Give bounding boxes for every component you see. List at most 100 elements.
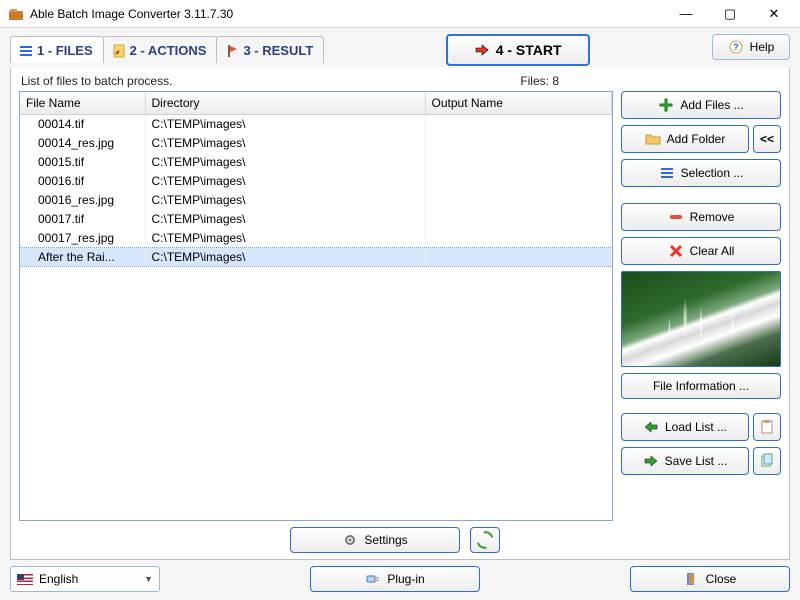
save-list-label: Save List ... [665, 454, 728, 468]
image-preview [621, 271, 781, 367]
titlebar: Able Batch Image Converter 3.11.7.30 — ▢… [0, 0, 800, 28]
save-list-button[interactable]: Save List ... [621, 447, 749, 475]
clipboard-icon [759, 419, 775, 435]
cell-directory: C:\TEMP\images\ [145, 229, 425, 248]
file-info-label: File Information ... [653, 379, 749, 393]
table-row[interactable]: 00014_res.jpgC:\TEMP\images\ [20, 134, 612, 153]
remove-label: Remove [690, 210, 735, 224]
arrow-right-icon [474, 42, 490, 58]
clear-all-label: Clear All [690, 244, 735, 258]
refresh-button[interactable] [470, 527, 500, 553]
help-button[interactable]: ? Help [712, 34, 790, 60]
tab-actions[interactable]: 2 - ACTIONS [103, 36, 218, 63]
paste-list-button[interactable] [753, 413, 781, 441]
table-row[interactable]: 00017.tifC:\TEMP\images\ [20, 210, 612, 229]
cell-filename: 00014_res.jpg [20, 134, 145, 153]
expand-button[interactable]: << [753, 125, 781, 153]
minimize-button[interactable]: — [664, 0, 708, 28]
add-folder-label: Add Folder [667, 132, 726, 146]
gear-icon [342, 532, 358, 548]
minimize-icon: — [680, 6, 693, 21]
add-folder-button[interactable]: Add Folder [621, 125, 749, 153]
svg-text:?: ? [733, 42, 739, 52]
note-icon [112, 44, 126, 58]
cell-output [425, 229, 612, 248]
arrow-left-green-icon [643, 419, 659, 435]
close-label: Close [706, 572, 737, 586]
file-table[interactable]: File Name Directory Output Name 00014.ti… [19, 91, 613, 521]
cell-output [425, 134, 612, 153]
cell-directory: C:\TEMP\images\ [145, 115, 425, 134]
maximize-icon: ▢ [724, 6, 736, 22]
footer: English ▼ Plug-in Close [10, 560, 790, 592]
cell-directory: C:\TEMP\images\ [145, 248, 425, 267]
help-icon: ? [728, 39, 744, 55]
lines-icon [659, 165, 675, 181]
plugin-icon [365, 571, 381, 587]
load-list-button[interactable]: Load List ... [621, 413, 749, 441]
tab-result-label: 3 - RESULT [243, 43, 313, 58]
app-icon [8, 6, 24, 22]
cell-output [425, 191, 612, 210]
door-icon [684, 571, 700, 587]
maximize-button[interactable]: ▢ [708, 0, 752, 28]
col-filename[interactable]: File Name [20, 92, 145, 115]
chevron-down-icon: ▼ [144, 574, 153, 584]
remove-button[interactable]: Remove [621, 203, 781, 231]
selection-button[interactable]: Selection ... [621, 159, 781, 187]
help-button-label: Help [750, 40, 775, 54]
cell-filename: 00014.tif [20, 115, 145, 134]
cell-filename: 00017_res.jpg [20, 229, 145, 248]
cell-output [425, 248, 612, 267]
client-area: 1 - FILES 2 - ACTIONS 3 - RESULT 4 - STA… [0, 28, 800, 600]
cell-directory: C:\TEMP\images\ [145, 172, 425, 191]
table-row[interactable]: 00014.tifC:\TEMP\images\ [20, 115, 612, 134]
flag-us-icon [17, 574, 33, 585]
cell-filename: After the Rai... [20, 248, 145, 267]
tab-files[interactable]: 1 - FILES [10, 36, 104, 63]
folder-icon [645, 131, 661, 147]
expand-label: << [760, 132, 774, 146]
table-row[interactable]: 00016.tifC:\TEMP\images\ [20, 172, 612, 191]
cell-filename: 00016.tif [20, 172, 145, 191]
cell-directory: C:\TEMP\images\ [145, 210, 425, 229]
cell-output [425, 210, 612, 229]
cell-directory: C:\TEMP\images\ [145, 134, 425, 153]
table-row[interactable]: 00015.tifC:\TEMP\images\ [20, 153, 612, 172]
file-info-button[interactable]: File Information ... [621, 373, 781, 399]
tab-files-label: 1 - FILES [37, 43, 93, 58]
add-files-button[interactable]: Add Files ... [621, 91, 781, 119]
file-count: Files: 8 [520, 74, 559, 88]
cell-filename: 00016_res.jpg [20, 191, 145, 210]
plugin-label: Plug-in [387, 572, 424, 586]
col-output[interactable]: Output Name [425, 92, 612, 115]
cell-output [425, 115, 612, 134]
col-directory[interactable]: Directory [145, 92, 425, 115]
list-caption: List of files to batch process. [21, 74, 172, 88]
add-files-label: Add Files ... [680, 98, 743, 112]
language-selector[interactable]: English ▼ [10, 566, 160, 592]
flag-icon [225, 44, 239, 58]
table-row[interactable]: After the Rai...C:\TEMP\images\ [20, 248, 612, 267]
copy-list-button[interactable] [753, 447, 781, 475]
cell-output [425, 172, 612, 191]
table-row[interactable]: 00016_res.jpgC:\TEMP\images\ [20, 191, 612, 210]
selection-label: Selection ... [681, 166, 744, 180]
start-button-label: 4 - START [496, 42, 562, 58]
refresh-icon [477, 532, 493, 548]
tab-result[interactable]: 3 - RESULT [216, 36, 324, 63]
start-button[interactable]: 4 - START [446, 34, 590, 66]
plugin-button[interactable]: Plug-in [310, 566, 480, 592]
cell-directory: C:\TEMP\images\ [145, 153, 425, 172]
settings-button[interactable]: Settings [290, 527, 460, 553]
table-row[interactable]: 00017_res.jpgC:\TEMP\images\ [20, 229, 612, 248]
tabs: 1 - FILES 2 - ACTIONS 3 - RESULT [10, 36, 323, 63]
cell-filename: 00017.tif [20, 210, 145, 229]
clear-all-button[interactable]: Clear All [621, 237, 781, 265]
copy-icon [759, 453, 775, 469]
files-panel: List of files to batch process. Files: 8… [10, 68, 790, 560]
load-list-label: Load List ... [665, 420, 727, 434]
close-window-button[interactable]: ✕ [752, 0, 796, 28]
close-button[interactable]: Close [630, 566, 790, 592]
minus-icon [668, 209, 684, 225]
